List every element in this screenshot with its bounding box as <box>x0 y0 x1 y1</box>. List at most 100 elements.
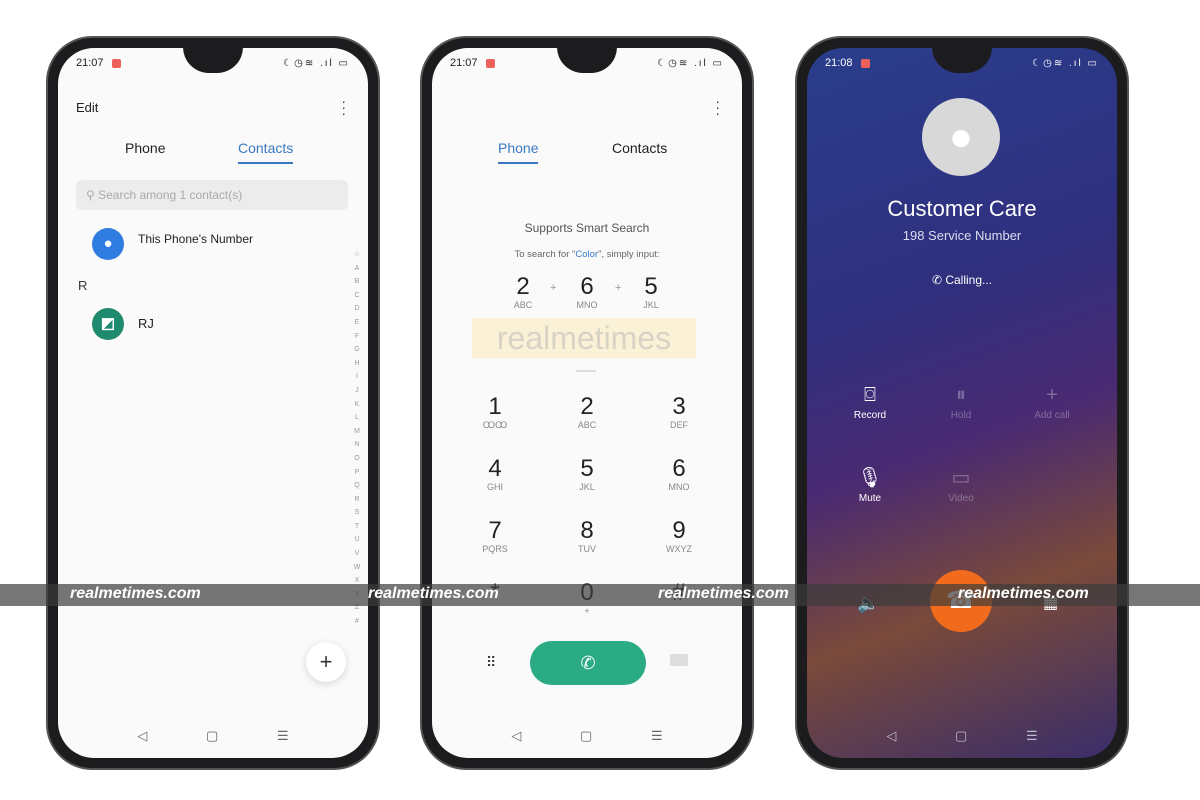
tab-contacts[interactable]: Contacts <box>238 140 294 164</box>
search-input[interactable]: ⚲ Search among 1 contact(s) <box>76 180 348 210</box>
back-icon[interactable]: ◁ <box>886 728 896 744</box>
menu-icon[interactable]: ☰ <box>651 728 663 744</box>
self-contact[interactable]: This Phone's Number <box>138 232 253 246</box>
alphabet-letter[interactable]: Q <box>352 479 362 493</box>
status-bar: 21:08 ☾◷≋ .ıl ▭ <box>825 56 1099 70</box>
mute-button[interactable]: 🎙 Mute <box>825 463 915 504</box>
watermark-text: realmetimes.com <box>70 585 201 602</box>
clock: 21:08 <box>825 57 853 69</box>
calling-screen: 21:08 ☾◷≋ .ıl ▭ ● Customer Care 198 Servi… <box>807 48 1117 758</box>
add-call-button[interactable]: + Add call <box>1007 380 1097 421</box>
status-icons: ☾◷≋ .ıl ▭ <box>1032 57 1099 69</box>
caller-name: Customer Care <box>887 196 1037 221</box>
alphabet-letter[interactable]: J <box>352 384 362 398</box>
alphabet-letter[interactable]: E <box>352 316 362 330</box>
alphabet-letter[interactable]: V <box>352 547 362 561</box>
alphabet-letter[interactable]: S <box>352 506 362 520</box>
key-8[interactable]: 8 TUV <box>542 518 632 555</box>
alphabet-letter[interactable]: I <box>352 370 362 384</box>
edit-button[interactable]: Edit <box>76 100 98 115</box>
dialpad-icon[interactable]: ⠿ <box>486 654 496 671</box>
home-icon[interactable]: ▢ <box>580 728 592 744</box>
avatar-self: ● <box>92 228 124 260</box>
phone-contacts: 21:07 ☾◷≋ .ıl ▭ Edit · · · Phone Contacts ⚲… <box>48 38 378 768</box>
status-bar: 21:07 ☾◷≋ .ıl ▭ <box>76 56 350 70</box>
logo-watermark: realmetimes <box>472 318 696 358</box>
alphabet-letter[interactable]: M <box>352 425 362 439</box>
alphabet-letter[interactable]: O <box>352 452 362 466</box>
status-bar: 21:07 ☾◷≋ .ıl ▭ <box>450 56 724 70</box>
call-button[interactable]: ✆ <box>530 641 646 685</box>
nav-bar: ◁ ▢ ☰ <box>432 728 742 744</box>
video-button[interactable]: ▭ Video <box>916 463 1006 504</box>
alphabet-letter[interactable]: ☆ <box>352 248 362 262</box>
alphabet-letter[interactable]: H <box>352 357 362 371</box>
key-4[interactable]: 4 GHI <box>450 456 540 493</box>
clock: 21:07 <box>450 57 478 69</box>
key-9[interactable]: 9 WXYZ <box>634 518 724 555</box>
search-icon: ⚲ <box>86 188 99 202</box>
alphabet-letter[interactable]: U <box>352 533 362 547</box>
tab-phone[interactable]: Phone <box>125 140 165 156</box>
hint-text: To search for "Color", simply input: <box>514 249 660 260</box>
nav-bar: ◁ ▢ ☰ <box>807 728 1117 744</box>
alphabet-letter[interactable]: K <box>352 398 362 412</box>
alphabet-letter[interactable]: D <box>352 302 362 316</box>
alphabet-letter[interactable]: N <box>352 438 362 452</box>
tab-contacts[interactable]: Contacts <box>612 140 667 156</box>
drag-handle[interactable] <box>576 370 596 372</box>
alphabet-letter[interactable]: T <box>352 520 362 534</box>
back-icon[interactable]: ◁ <box>511 728 521 744</box>
backspace-icon[interactable] <box>670 654 688 666</box>
home-icon[interactable]: ▢ <box>955 728 967 744</box>
more-vertical-icon[interactable]: · · · <box>341 94 346 120</box>
contact-rj[interactable]: RJ <box>138 316 154 331</box>
alphabet-letter[interactable]: B <box>352 275 362 289</box>
example-key: 5 JKL <box>643 273 659 311</box>
pause-icon: ⏸ <box>956 384 966 406</box>
key-5[interactable]: 5 JKL <box>542 456 632 493</box>
tab-phone[interactable]: Phone <box>498 140 539 164</box>
key-7[interactable]: 7 PQRS <box>450 518 540 555</box>
key-6[interactable]: 6 MNO <box>634 456 724 493</box>
video-icon: ▭ <box>951 467 971 489</box>
watermark-text: realmetimes.com <box>958 585 1089 602</box>
menu-icon[interactable]: ☰ <box>277 728 289 744</box>
alphabet-letter[interactable]: A <box>352 262 362 276</box>
key-3[interactable]: 3 DEF <box>634 394 724 431</box>
phone-dialer: 21:07 ☾◷≋ .ıl ▭ · · · Phone Contacts Suppor… <box>422 38 752 768</box>
home-icon[interactable]: ▢ <box>206 728 218 744</box>
hold-button[interactable]: ⏸ Hold <box>916 380 1006 421</box>
clock: 21:07 <box>76 57 104 69</box>
contact-avatar: ● <box>922 98 1000 176</box>
alphabet-letter[interactable]: W <box>352 561 362 575</box>
alphabet-letter[interactable]: L <box>352 411 362 425</box>
alphabet-letter[interactable]: R <box>352 493 362 507</box>
alphabet-letter[interactable]: F <box>352 330 362 344</box>
watermark-text: realmetimes.com <box>658 585 789 602</box>
status-icons: ☾◷≋ .ıl ▭ <box>657 57 724 69</box>
more-vertical-icon[interactable]: · · · <box>715 94 720 120</box>
alphabet-letter[interactable]: P <box>352 466 362 480</box>
recording-icon <box>860 58 870 68</box>
recording-icon <box>111 58 121 68</box>
alphabet-letter[interactable]: G <box>352 343 362 357</box>
key-1[interactable]: 1 ꝎꝎ <box>450 394 540 431</box>
alphabet-letter[interactable]: C <box>352 289 362 303</box>
back-icon[interactable]: ◁ <box>137 728 147 744</box>
record-button[interactable]: ⌼ Record <box>825 380 915 421</box>
watermark-text: realmetimes.com <box>368 585 499 602</box>
plus-icon: + <box>1046 384 1058 406</box>
phone-icon: ✆ <box>931 273 946 287</box>
menu-icon[interactable]: ☰ <box>1026 728 1038 744</box>
key-2[interactable]: 2 ABC <box>542 394 632 431</box>
recording-icon <box>485 58 495 68</box>
section-header: R <box>78 278 88 293</box>
avatar-rj: ◩ <box>92 308 124 340</box>
alphabet-index[interactable]: ☆ABCDEFGHIJKLMNOPQRSTUVWXYZ# <box>352 248 362 629</box>
add-contact-button[interactable]: + <box>306 642 346 682</box>
contacts-screen: 21:07 ☾◷≋ .ıl ▭ Edit · · · Phone Contacts ⚲… <box>58 48 368 758</box>
dialer-screen: 21:07 ☾◷≋ .ıl ▭ · · · Phone Contacts Suppor… <box>432 48 742 758</box>
nav-bar: ◁ ▢ ☰ <box>58 728 368 744</box>
alphabet-letter[interactable]: # <box>352 615 362 629</box>
